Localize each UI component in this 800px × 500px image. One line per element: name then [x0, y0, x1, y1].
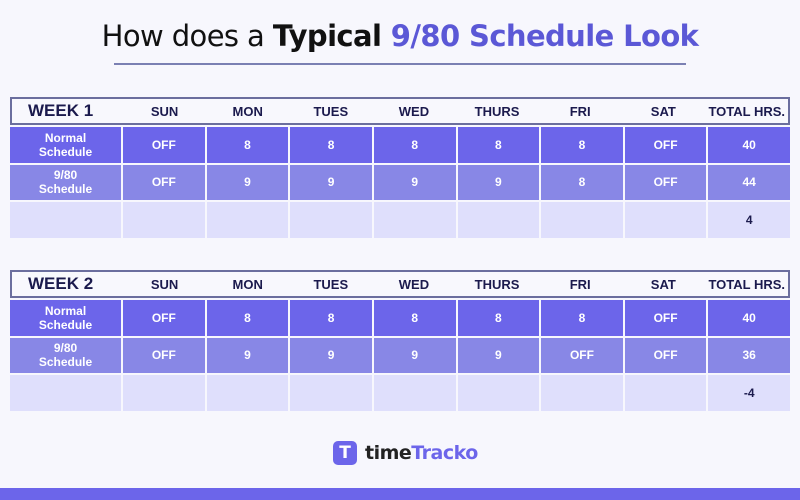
- timetracko-logo: T timeTracko: [333, 440, 478, 466]
- hours-cell: 8: [373, 127, 456, 163]
- row-label-cell: [10, 202, 121, 238]
- hours-cell: 9: [206, 337, 289, 373]
- row-label-cell: Normal Schedule: [10, 300, 121, 336]
- column-header: SAT: [650, 103, 676, 119]
- logo-t-icon: T: [333, 441, 357, 465]
- hours-cell: [290, 202, 372, 238]
- hours-cell: 8: [541, 164, 623, 200]
- total-hours-cell: 44: [708, 164, 790, 200]
- page-title: How does a Typical 9/80 Schedule Look: [0, 16, 800, 56]
- column-header: MON: [232, 276, 263, 292]
- hours-cell: 9: [373, 164, 456, 200]
- hours-cell: 8: [457, 300, 540, 336]
- hours-cell: [123, 375, 205, 411]
- hours-cell: 8: [541, 300, 623, 336]
- week-2-table: WEEK 2 SUN MON TUES WED THURS FRI SAT TOTAL HRS.…: [10, 270, 790, 411]
- hours-cell: 8: [541, 127, 623, 163]
- hours-cell: [206, 375, 289, 411]
- total-hours-cell: -4: [708, 375, 790, 411]
- column-header: FRI: [569, 276, 591, 292]
- hours-cell: [123, 202, 205, 238]
- column-header: TOTAL HRS.: [708, 276, 785, 292]
- column-header: THURS: [474, 103, 520, 119]
- column-header: WED: [398, 103, 430, 119]
- hours-cell: OFF: [123, 127, 205, 163]
- column-header: SUN: [150, 103, 179, 119]
- hours-cell: [624, 375, 707, 411]
- hours-cell: OFF: [624, 337, 707, 373]
- row-label-cell: 9/80 Schedule: [10, 164, 121, 200]
- hours-cell: 8: [373, 300, 456, 336]
- row-label-cell: [10, 375, 121, 411]
- hours-cell: OFF: [624, 127, 707, 163]
- hours-cell: OFF: [123, 337, 205, 373]
- hours-cell: 8: [206, 127, 289, 163]
- hours-cell: OFF: [541, 337, 623, 373]
- hours-cell: [457, 375, 540, 411]
- hours-cell: 8: [206, 300, 289, 336]
- hours-cell: OFF: [123, 164, 205, 200]
- column-header: TUES: [313, 276, 349, 292]
- hours-cell: [541, 375, 623, 411]
- hours-cell: [373, 202, 456, 238]
- hours-cell: 9: [373, 337, 456, 373]
- week-label: WEEK 1: [28, 101, 94, 120]
- column-header: FRI: [569, 103, 591, 119]
- title-underline: [114, 63, 686, 65]
- week-1-table: WEEK 1 SUN MON TUES WED THURS FRI SAT TOTAL HRS.…: [10, 97, 790, 238]
- logo-wordmark: timeTracko: [365, 442, 478, 464]
- hours-cell: 9: [290, 164, 372, 200]
- hours-cell: 9: [206, 164, 289, 200]
- hours-cell: 9: [457, 337, 540, 373]
- schedule-grid: Normal Schedule OFF 8 8 8 8 8 OFF 40 9/80 Schedul…: [10, 300, 790, 411]
- hours-cell: [624, 202, 707, 238]
- title-plain: How does a: [101, 19, 273, 53]
- week-header-row: WEEK 1 SUN MON TUES WED THURS FRI SAT TOTAL HRS.: [10, 97, 790, 125]
- row-label-cell: Normal Schedule: [10, 127, 121, 163]
- total-hours-cell: 40: [708, 300, 790, 336]
- hours-cell: 8: [457, 127, 540, 163]
- total-hours-cell: 4: [708, 202, 790, 238]
- hours-cell: [457, 202, 540, 238]
- total-hours-cell: 40: [708, 127, 790, 163]
- total-hours-cell: 36: [708, 337, 790, 373]
- row-label-cell: 9/80 Schedule: [10, 337, 121, 373]
- hours-cell: 9: [457, 164, 540, 200]
- logo-text-tracko: Tracko: [411, 442, 478, 464]
- title-accent: 9/80 Schedule Look: [381, 19, 699, 53]
- hours-cell: [206, 202, 289, 238]
- hours-cell: [373, 375, 456, 411]
- column-header: SAT: [650, 276, 676, 292]
- column-header: MON: [232, 103, 263, 119]
- week-label: WEEK 2: [28, 274, 94, 293]
- week-header-row: WEEK 2 SUN MON TUES WED THURS FRI SAT TOTAL HRS.: [10, 270, 790, 298]
- hours-cell: OFF: [624, 300, 707, 336]
- column-header: THURS: [474, 276, 520, 292]
- column-header: TUES: [313, 103, 349, 119]
- schedule-grid: Normal Schedule OFF 8 8 8 8 8 OFF 40 9/80 Schedul…: [10, 127, 790, 238]
- hours-cell: [541, 202, 623, 238]
- hours-cell: 8: [290, 127, 372, 163]
- column-header: SUN: [150, 276, 179, 292]
- hours-cell: 8: [290, 300, 372, 336]
- hours-cell: [290, 375, 372, 411]
- bottom-accent-bar: [0, 488, 800, 500]
- column-header: WED: [398, 276, 430, 292]
- hours-cell: OFF: [624, 164, 707, 200]
- title-bold: Typical: [272, 19, 382, 53]
- logo-text-time: time: [365, 442, 412, 464]
- hours-cell: OFF: [123, 300, 205, 336]
- hours-cell: 9: [290, 337, 372, 373]
- column-header: TOTAL HRS.: [708, 103, 785, 119]
